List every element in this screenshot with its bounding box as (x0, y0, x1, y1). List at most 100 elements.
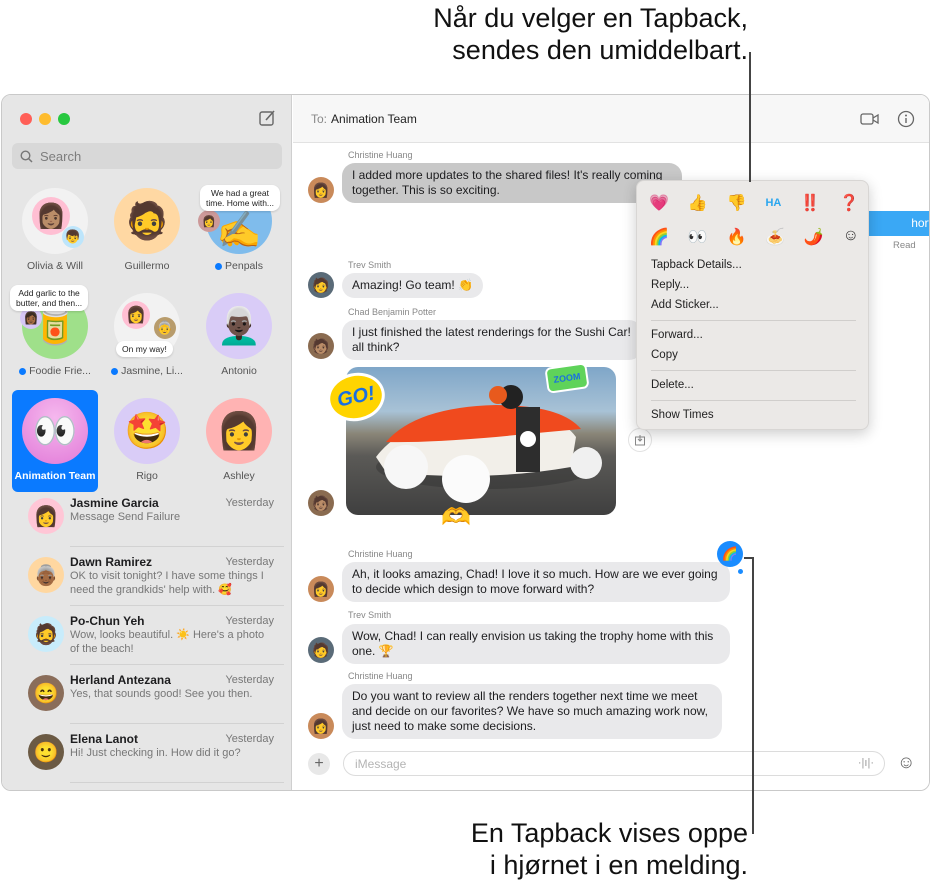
tapback-question[interactable]: ❓ (839, 193, 859, 213)
message-bubble[interactable]: Amazing! Go team! 👏 (342, 273, 483, 298)
tapback-thumbs-down[interactable]: 👎 (727, 193, 747, 213)
tapback-emoji-picker[interactable]: ☺ (843, 227, 859, 247)
avatar: 🧔 (28, 616, 64, 652)
message-bubble[interactable]: I added more updates to the shared files… (342, 163, 682, 203)
conversation-list: 👩 Jasmine Garcia Yesterday Message Send … (2, 488, 292, 783)
avatar: 👩🏽 👦 (22, 188, 88, 254)
message-text: I just finished the latest renderings fo… (352, 325, 631, 354)
close-button[interactable] (20, 113, 32, 125)
menu-tapback-details[interactable]: Tapback Details... (651, 259, 742, 271)
conversation-name: Herland Antezana (70, 673, 171, 687)
tapback-rainbow[interactable]: 🌈 (649, 227, 669, 247)
message-bubble[interactable]: I just finished the latest renderings fo… (342, 320, 642, 360)
zoom-button[interactable] (58, 113, 70, 125)
conversation-item[interactable]: 🙂 Elena Lanot Yesterday Hi! Just checkin… (2, 724, 292, 783)
message-bubble[interactable]: Ah, it looks amazing, Chad! I love it so… (342, 562, 730, 602)
message-text: hortly. (911, 216, 929, 230)
conversation-time: Yesterday (225, 615, 274, 627)
pinned-olivia-will[interactable]: 👩🏽 👦 Olivia & Will (12, 188, 98, 272)
avatar-christine: 👩 (308, 576, 334, 602)
rainbow-icon: 🌈 (721, 546, 739, 561)
pinned-jasmine-group[interactable]: 👩 👵 On my way! Jasmine, Li... (104, 293, 190, 377)
avatar-trev: 🧑 (308, 637, 334, 663)
message-sender: Christine Huang (348, 671, 413, 681)
conversation-name: Jasmine Garcia (70, 496, 159, 510)
to-label: To: (311, 111, 328, 126)
pinned-animation-team[interactable]: 👀 Animation Team (12, 390, 98, 492)
divider (70, 782, 284, 783)
tapback-eyes[interactable]: 👀 (688, 227, 708, 247)
tapback-exclamation[interactable]: ‼️ (800, 193, 820, 213)
message-text: Ah, it looks amazing, Chad! I love it so… (352, 567, 718, 596)
memoji-will: 👦 (62, 226, 84, 248)
avatar: 👵🏾 (28, 557, 64, 593)
menu-copy[interactable]: Copy (651, 349, 678, 361)
pinned-antonio[interactable]: 👨🏿‍🦳 Antonio (196, 293, 282, 377)
info-icon[interactable] (896, 110, 916, 128)
conversation-item[interactable]: 👵🏾 Dawn Ramirez Yesterday OK to visit to… (2, 547, 292, 606)
pinned-rigo[interactable]: 🤩 Rigo (104, 398, 190, 482)
avatar: 🙂 (28, 734, 64, 770)
message-input-placeholder: iMessage (355, 756, 407, 771)
download-icon (635, 435, 645, 446)
memoji-jasmine: 👩 (122, 301, 150, 329)
pin-label: Jasmine, Li... (121, 365, 183, 377)
tapback-badge[interactable]: 🌈 (717, 541, 743, 567)
menu-delete[interactable]: Delete... (651, 379, 694, 391)
pinned-ashley[interactable]: 👩 Ashley (196, 398, 282, 482)
message-sender: Chad Benjamin Potter (348, 307, 437, 317)
writing-hand-icon: ✍️ (216, 209, 262, 250)
message-preview-tip: We had a great time. Home with... (200, 185, 281, 211)
avatar: 😄 (28, 675, 64, 711)
minimize-button[interactable] (39, 113, 51, 125)
callout-bottom-line1: En Tapback vises oppe (470, 818, 748, 848)
sticker-text: 🫶 (441, 504, 471, 531)
pin-label: Rigo (136, 470, 158, 482)
recipient-name[interactable]: Animation Team (331, 112, 417, 126)
message-text: Do you want to review all the renders to… (352, 689, 708, 733)
conversation-name: Dawn Ramirez (70, 555, 153, 569)
avatar: 👨🏿‍🦳 (206, 293, 272, 359)
emoji-picker-icon[interactable]: ☺ (897, 752, 915, 773)
tapback-haha[interactable]: HA (765, 193, 781, 213)
tapback-row-1: 💗 👍 👎 HA ‼️ ❓ (649, 193, 859, 213)
search-field[interactable]: Search (12, 143, 282, 169)
tapback-tail (738, 569, 743, 574)
pinned-foodie-friends[interactable]: 🥫 👩🏾 Add garlic to the butter, and then.… (10, 285, 98, 377)
pinned-penpals[interactable]: ✍️ 👩 We had a great time. Home with... P… (196, 185, 282, 272)
read-receipt: Read (893, 240, 916, 251)
facetime-video-icon[interactable] (860, 110, 880, 128)
tapback-fire[interactable]: 🔥 (726, 227, 746, 247)
menu-forward[interactable]: Forward... (651, 329, 703, 341)
search-icon (20, 149, 33, 163)
tip-line: We had a great (211, 188, 269, 198)
tip-line: Add garlic to the (18, 288, 80, 298)
avatar: 🤩 (114, 398, 180, 464)
avatar-christine: 👩 (308, 177, 334, 203)
save-image-button[interactable] (628, 428, 652, 452)
conversation-name: Po-Chun Yeh (70, 614, 145, 628)
apps-plus-button[interactable]: + (308, 753, 330, 775)
conversation-item[interactable]: 👩 Jasmine Garcia Yesterday Message Send … (2, 488, 292, 547)
pinned-guillermo[interactable]: 🧔 Guillermo (104, 188, 190, 272)
tapback-thumbs-up[interactable]: 👍 (688, 193, 708, 213)
compose-bar: + iMessage ·|ı|· ☺ (293, 742, 929, 790)
conversation-item[interactable]: 🧔 Po-Chun Yeh Yesterday Wow, looks beaut… (2, 606, 292, 665)
message-bubble[interactable]: Wow, Chad! I can really envision us taki… (342, 624, 730, 664)
tapback-spaghetti[interactable]: 🍝 (765, 227, 785, 247)
menu-show-times[interactable]: Show Times (651, 409, 714, 421)
message-input[interactable]: iMessage ·|ı|· (343, 751, 885, 776)
tapback-heart[interactable]: 💗 (649, 193, 669, 213)
conversation-item[interactable]: 😄 Herland Antezana Yesterday Yes, that s… (2, 665, 292, 724)
audio-waveform-icon[interactable]: ·|ı|· (858, 757, 874, 769)
message-sender: Trev Smith (348, 610, 392, 620)
compose-icon[interactable] (258, 109, 276, 127)
tapback-chili[interactable]: 🌶️ (804, 227, 824, 247)
sidebar: Search 👩🏽 👦 Olivia & Will 🧔 Guillermo ✍️… (2, 95, 292, 790)
menu-reply[interactable]: Reply... (651, 279, 689, 291)
conversation-time: Yesterday (225, 733, 274, 745)
heart-hands-sticker[interactable]: 🫶 (441, 503, 471, 532)
pin-label: Guillermo (124, 260, 170, 272)
menu-add-sticker[interactable]: Add Sticker... (651, 299, 719, 311)
message-bubble[interactable]: Do you want to review all the renders to… (342, 684, 722, 739)
